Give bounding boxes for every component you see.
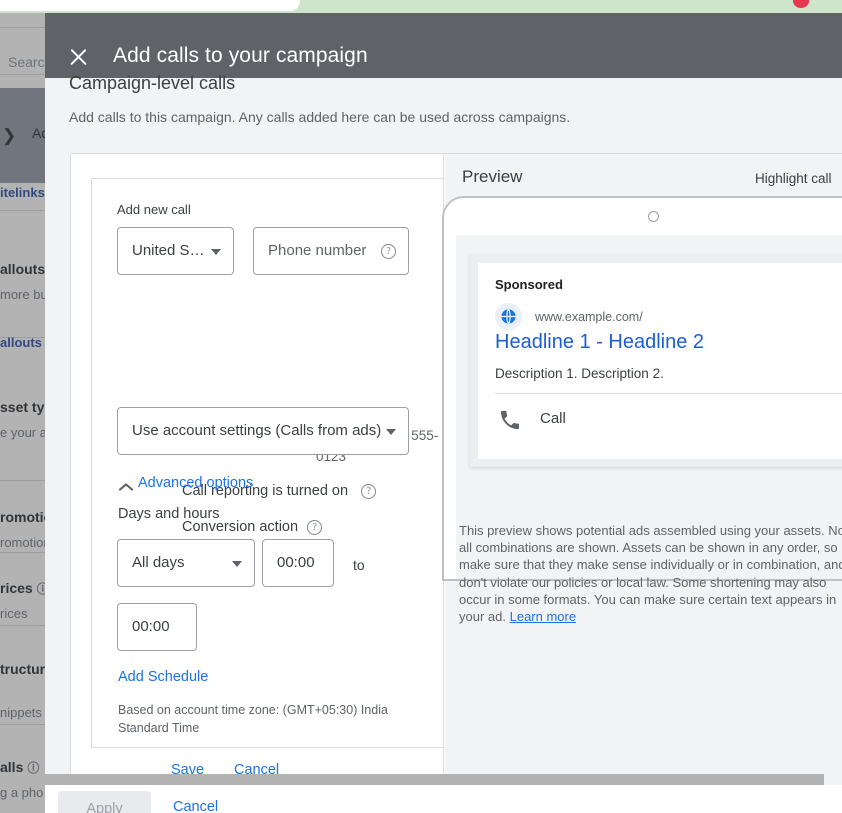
sponsored-label: Sponsored — [495, 277, 563, 292]
banner-tab-cutout — [0, 0, 300, 11]
footer-cancel-button[interactable]: Cancel — [173, 799, 218, 813]
help-icon[interactable]: ? — [361, 484, 377, 499]
modal-title: Add calls to your campaign — [113, 44, 368, 67]
chevron-down-icon — [386, 429, 396, 435]
timezone-note: Based on account time zone: (GMT+05:30) … — [118, 703, 388, 735]
add-new-call-label: Add new call — [117, 202, 191, 217]
preview-panel: Preview Highlight call Sponsored www.exa… — [442, 154, 842, 794]
time-range-separator: to — [353, 557, 365, 573]
ad-headline[interactable]: Headline 1 - Headline 2 — [495, 331, 704, 354]
section-title: Campaign-level calls — [69, 73, 236, 93]
chevron-down-icon — [232, 561, 242, 567]
footer-bar: Apply Cancel — [45, 785, 842, 813]
help-icon[interactable]: ? — [307, 520, 323, 535]
country-select[interactable]: United S… — [117, 227, 234, 275]
phone-icon — [498, 408, 522, 437]
close-icon[interactable] — [68, 46, 90, 68]
ad-preview-card: Sponsored www.example.com/ Headline 1 - … — [470, 255, 842, 467]
globe-icon — [495, 303, 522, 330]
ad-call-label[interactable]: Call — [540, 410, 566, 427]
phone-placeholder: Phone number — [268, 242, 367, 259]
phone-camera-icon — [648, 211, 659, 222]
conversion-action-select[interactable]: Use account settings (Calls from ads) — [117, 407, 409, 455]
ad-divider — [495, 393, 842, 394]
section-subtitle: Add calls to this campaign. Any calls ad… — [69, 109, 571, 125]
preview-title: Preview — [462, 167, 523, 186]
preview-disclaimer: This preview shows potential ads assembl… — [459, 522, 842, 625]
chevron-down-icon — [211, 249, 221, 255]
add-calls-modal: Add calls to your campaign Campaign-leve… — [45, 13, 842, 813]
highlight-call-label: Highlight call — [755, 171, 832, 186]
time-end-input[interactable]: 00:00 — [117, 603, 197, 651]
ad-display-url: www.example.com/ — [535, 310, 643, 324]
horizontal-scrollbar[interactable] — [45, 774, 824, 785]
add-schedule-button[interactable]: Add Schedule — [118, 669, 208, 685]
add-new-call-form: Add new call United S… Phone number ? Ex… — [71, 154, 444, 794]
help-icon[interactable]: ? — [381, 244, 396, 259]
advanced-options-toggle[interactable]: Advanced options — [138, 475, 253, 491]
modal-header: Add calls to your campaign — [45, 13, 842, 78]
content-card: Add new call United S… Phone number ? Ex… — [70, 153, 842, 794]
phone-number-input[interactable]: Phone number ? — [253, 227, 409, 275]
ad-description: Description 1. Description 2. — [495, 366, 664, 381]
screen: Search ❯ Add helpful su itelinks allouts… — [0, 0, 842, 813]
chevron-up-icon[interactable] — [118, 481, 134, 491]
days-and-hours-label: Days and hours — [118, 506, 220, 522]
time-start-input[interactable]: 00:00 — [262, 539, 334, 587]
learn-more-link[interactable]: Learn more — [510, 609, 576, 624]
apply-button[interactable]: Apply — [58, 791, 151, 813]
days-select[interactable]: All days — [117, 539, 255, 587]
